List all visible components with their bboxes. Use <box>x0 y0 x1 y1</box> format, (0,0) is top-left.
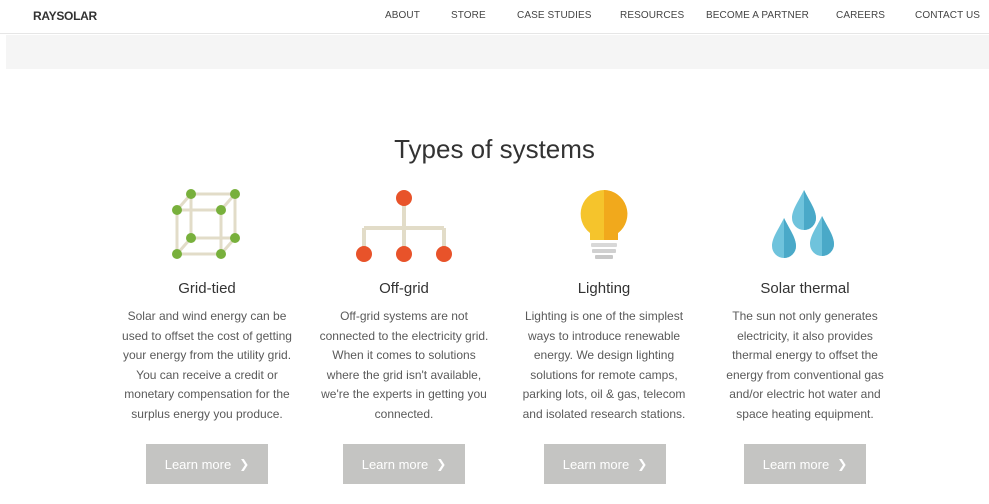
button-label: Learn more <box>164 456 232 472</box>
card-description: Off-grid systems are not connected to th… <box>309 307 499 424</box>
chevron-right-icon: ❯ <box>637 457 648 471</box>
card-description: Solar and wind energy can be used to off… <box>112 307 302 424</box>
button-label: Learn more <box>562 456 630 472</box>
card-heading: Grid-tied <box>178 280 236 297</box>
desc-line: and/or electric hot water and <box>729 387 881 401</box>
desc-line: parking lots, oil & gas, telecom <box>522 387 686 401</box>
desc-line: energy. We design lighting <box>533 348 675 362</box>
section-title: Types of systems <box>394 134 595 164</box>
card-heading: Solar thermal <box>760 280 850 297</box>
card-heading: Off-grid <box>379 280 429 297</box>
desc-line: The sun not only generates <box>732 309 878 323</box>
nav-become-a-partner[interactable]: BECOME A PARTNER <box>706 10 809 21</box>
nav-contact-us[interactable]: CONTACT US <box>915 10 980 21</box>
grid-cube-icon <box>112 186 302 268</box>
desc-line: Off-grid systems are not <box>340 309 468 323</box>
nav-careers[interactable]: CAREERS <box>836 10 885 21</box>
desc-line: connected to the electricity grid. <box>319 328 489 343</box>
desc-line: solutions for remote camps, <box>530 367 678 382</box>
chevron-right-icon: ❯ <box>837 457 848 471</box>
nav-store[interactable]: STORE <box>451 10 486 21</box>
system-card-lighting: Lighting Lighting is one of the simplest… <box>509 186 699 424</box>
desc-line: thermal energy to offset the <box>732 348 878 362</box>
desc-line: space heating equipment. <box>736 406 874 421</box>
card-description: The sun not only generates electricity, … <box>710 307 900 424</box>
chevron-right-icon: ❯ <box>239 457 250 471</box>
button-label: Learn more <box>361 456 429 472</box>
desc-line: connected. <box>374 406 434 421</box>
system-card-off-grid: Off-grid Off-grid systems are not connec… <box>309 186 499 424</box>
card-description: Lighting is one of the simplest ways to … <box>509 307 699 424</box>
learn-more-button-solar-thermal[interactable]: Learn more ❯ <box>744 444 866 484</box>
card-heading: Lighting <box>577 280 631 297</box>
nav-case-studies[interactable]: CASE STUDIES <box>517 10 592 21</box>
raysolar-logo[interactable]: RAYSOLAR <box>33 6 97 23</box>
learn-more-button-lighting[interactable]: Learn more ❯ <box>544 444 666 484</box>
desc-line: and isolated research stations. <box>522 406 686 421</box>
desc-line: energy from conventional gas <box>726 367 884 382</box>
desc-line: Lighting is one of the simplest <box>524 309 684 323</box>
desc-line: where the grid isn't available, <box>326 367 482 382</box>
top-navbar: RAYSOLAR ABOUT STORE CASE STUDIES RESOUR… <box>0 0 989 34</box>
water-drops-icon <box>710 186 900 268</box>
learn-more-button-grid-tied[interactable]: Learn more ❯ <box>146 444 268 484</box>
system-card-solar-thermal: Solar thermal The sun not only generates… <box>710 186 900 424</box>
button-label: Learn more <box>762 456 830 472</box>
desc-line: You can receive a credit or <box>136 367 278 382</box>
nav-about[interactable]: ABOUT <box>385 10 420 21</box>
desc-line: used to offset the cost of getting <box>122 328 292 343</box>
desc-line: your energy from the utility grid. <box>122 348 292 362</box>
system-card-grid-tied: Grid-tied Solar and wind energy can be u… <box>112 186 302 424</box>
nav-resources[interactable]: RESOURCES <box>620 10 684 21</box>
off-grid-network-icon <box>309 186 499 268</box>
hero-band <box>6 35 989 69</box>
chevron-right-icon: ❯ <box>436 457 447 471</box>
light-bulb-icon <box>509 186 699 268</box>
desc-line: Solar and wind energy can be <box>127 309 287 323</box>
desc-line: electricity, it also provides <box>737 328 873 343</box>
desc-line: ways to introduce renewable <box>527 328 681 343</box>
desc-line: we're the experts in getting you <box>321 387 487 401</box>
desc-line: When it comes to solutions <box>332 348 476 362</box>
logo-text-prefix: RAYS <box>33 9 65 23</box>
logo-sun-o: O <box>61 6 76 23</box>
desc-line: monetary compensation for the <box>124 387 290 401</box>
learn-more-button-off-grid[interactable]: Learn more ❯ <box>343 444 465 484</box>
desc-line: surplus energy you produce. <box>131 406 283 421</box>
logo-text-suffix: LAR <box>73 9 97 23</box>
